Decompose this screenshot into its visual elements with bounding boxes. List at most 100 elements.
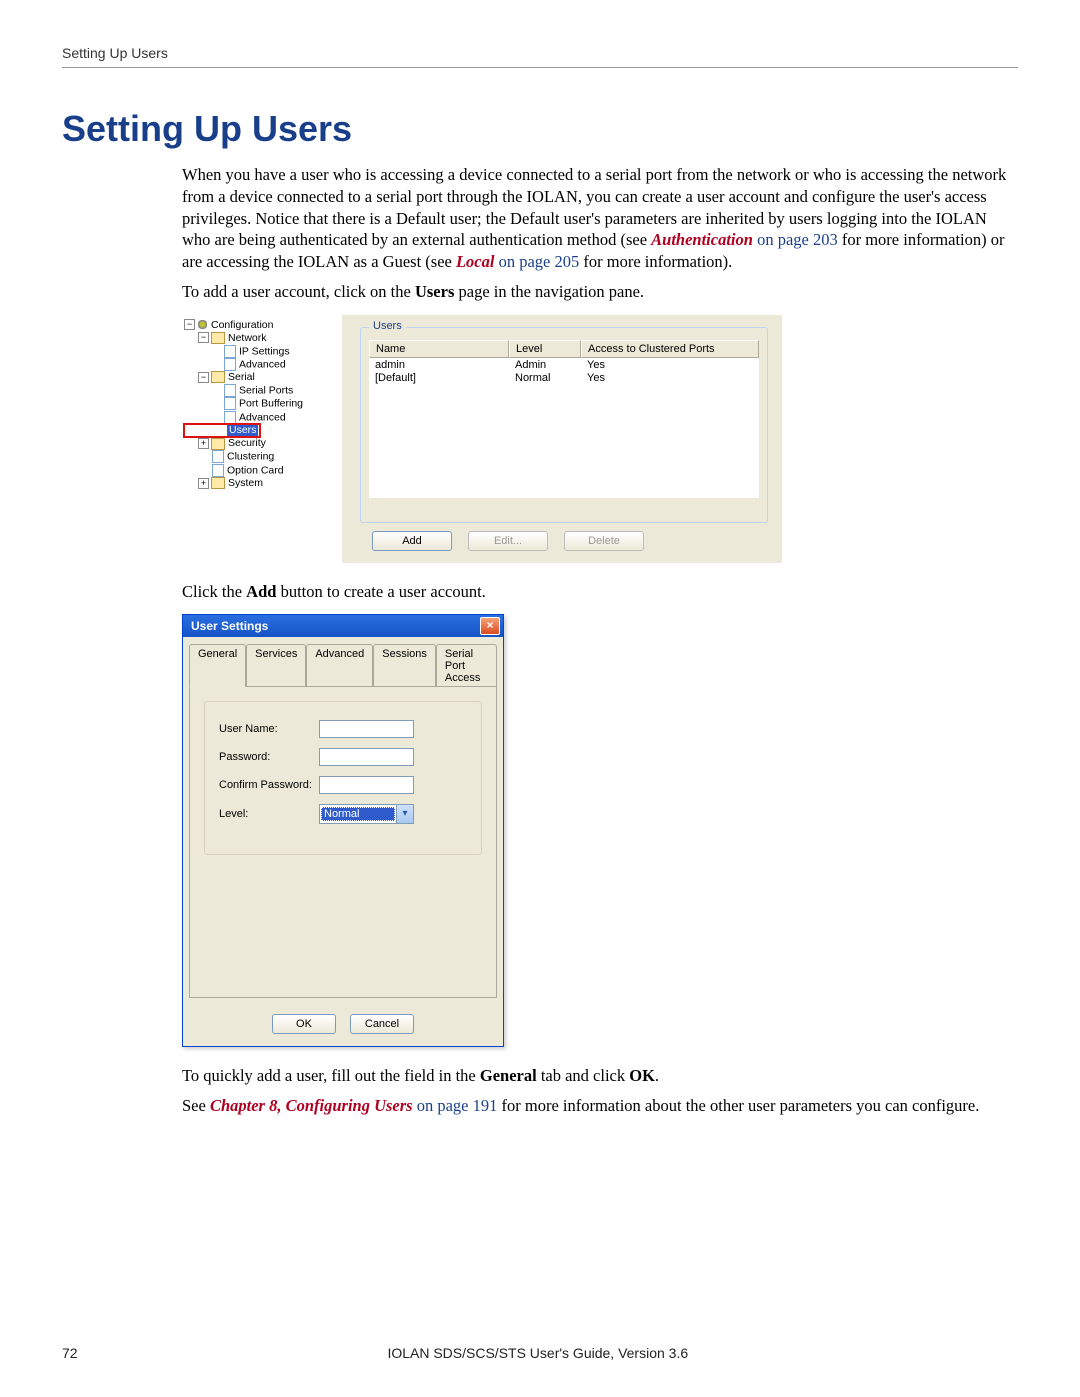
tab-services[interactable]: Services [246, 644, 306, 687]
close-button[interactable]: × [480, 617, 500, 635]
groupbox-title: Users [369, 320, 406, 332]
bold-add: Add [246, 582, 276, 601]
link-chapter8-page[interactable]: on page 191 [413, 1096, 498, 1115]
col-header-acp[interactable]: Access to Clustered Ports [581, 340, 759, 358]
cell-acp: Yes [581, 372, 759, 384]
chevron-down-icon[interactable]: ▾ [396, 805, 413, 823]
text: page in the navigation pane. [454, 282, 644, 301]
text: See [182, 1096, 210, 1115]
text: To quickly add a user, fill out the fiel… [182, 1066, 480, 1085]
tree-system[interactable]: System [228, 477, 263, 489]
intro-paragraph: When you have a user who is accessing a … [182, 164, 1008, 273]
page-icon [212, 424, 224, 437]
page-heading: Setting Up Users [62, 108, 1018, 150]
confirm-password-label: Confirm Password: [219, 779, 319, 791]
page-icon [212, 464, 224, 477]
cell-acp: Yes [581, 359, 759, 371]
col-header-level[interactable]: Level [509, 340, 581, 358]
folder-icon [211, 477, 225, 489]
add-button[interactable]: Add [372, 531, 452, 551]
users-panel: Users Name Level Access to Clustered Por… [352, 321, 776, 557]
dialog-tabpage: User Name: Password: Confirm Password: L… [189, 686, 497, 998]
users-groupbox: Users Name Level Access to Clustered Por… [360, 327, 768, 523]
level-combobox[interactable]: Normal ▾ [319, 804, 414, 824]
general-group: User Name: Password: Confirm Password: L… [204, 701, 482, 855]
tree-network[interactable]: Network [228, 332, 267, 344]
ok-button[interactable]: OK [272, 1014, 336, 1034]
see-also-paragraph: See Chapter 8, Configuring Users on page… [182, 1095, 1008, 1117]
running-header: Setting Up Users [62, 45, 1018, 68]
expand-icon[interactable]: + [198, 438, 209, 449]
text: for more information about the other use… [497, 1096, 979, 1115]
tree-serial[interactable]: Serial [228, 371, 255, 383]
text: Click the [182, 582, 246, 601]
tab-general[interactable]: General [189, 644, 246, 687]
cell-name: admin [369, 359, 509, 371]
tree-clustering[interactable]: Clustering [227, 451, 274, 463]
level-selected-value: Normal [321, 807, 395, 821]
password-input[interactable] [319, 748, 414, 766]
col-header-name[interactable]: Name [369, 340, 509, 358]
cell-level: Admin [509, 359, 581, 371]
tree-serial-ports[interactable]: Serial Ports [239, 384, 293, 396]
tree-users-label: Users [227, 424, 258, 436]
tree-users-selected[interactable]: Users [184, 424, 260, 437]
link-authentication-page[interactable]: on page 203 [753, 230, 838, 249]
page-icon [224, 397, 236, 410]
tree-configuration[interactable]: Configuration [211, 319, 273, 331]
instruction-add-user-page: To add a user account, click on the User… [182, 281, 1008, 303]
text: button to create a user account. [276, 582, 485, 601]
tab-advanced[interactable]: Advanced [306, 644, 373, 687]
tree-port-buffering[interactable]: Port Buffering [239, 398, 303, 410]
table-row[interactable]: [Default] Normal Yes [369, 371, 759, 384]
gear-icon [197, 319, 208, 330]
link-local[interactable]: Local [456, 252, 495, 271]
cancel-button[interactable]: Cancel [350, 1014, 414, 1034]
users-table-body[interactable]: admin Admin Yes [Default] Normal Yes [369, 358, 759, 498]
level-label: Level: [219, 808, 319, 820]
bold-ok: OK [629, 1066, 655, 1085]
tab-sessions[interactable]: Sessions [373, 644, 436, 687]
delete-button[interactable]: Delete [564, 531, 644, 551]
collapse-icon[interactable]: − [198, 332, 209, 343]
page-icon [224, 411, 236, 424]
folder-icon [211, 438, 225, 450]
instruction-click-add: Click the Add button to create a user ac… [182, 581, 1008, 603]
tree-serial-advanced[interactable]: Advanced [239, 411, 286, 423]
edit-button[interactable]: Edit... [468, 531, 548, 551]
screenshot-user-settings-dialog: User Settings × General Services Advance… [182, 614, 504, 1047]
tree-security[interactable]: Security [228, 437, 266, 449]
dialog-titlebar[interactable]: User Settings × [183, 615, 503, 637]
tree-network-advanced[interactable]: Advanced [239, 358, 286, 370]
users-table-header: Name Level Access to Clustered Ports [361, 340, 767, 358]
link-chapter8[interactable]: Chapter 8, Configuring Users [210, 1096, 413, 1115]
collapse-icon[interactable]: − [198, 372, 209, 383]
tree-ip-settings[interactable]: IP Settings [239, 345, 290, 357]
collapse-icon[interactable]: − [184, 319, 195, 330]
screenshot-users-list: −Configuration −Network IP Settings Adva… [182, 315, 782, 563]
password-label: Password: [219, 751, 319, 763]
link-local-page[interactable]: on page 205 [494, 252, 579, 271]
page-footer: 72 IOLAN SDS/SCS/STS User's Guide, Versi… [62, 1345, 1018, 1361]
expand-icon[interactable]: + [198, 478, 209, 489]
nav-tree[interactable]: −Configuration −Network IP Settings Adva… [182, 315, 342, 563]
username-input[interactable] [319, 720, 414, 738]
text: To add a user account, click on the [182, 282, 415, 301]
dialog-title: User Settings [191, 619, 268, 633]
cell-name: [Default] [369, 372, 509, 384]
footer-guide: IOLAN SDS/SCS/STS User's Guide, Version … [78, 1345, 998, 1361]
text: tab and click [537, 1066, 630, 1085]
bold-general: General [480, 1066, 537, 1085]
instruction-general-tab: To quickly add a user, fill out the fiel… [182, 1065, 1008, 1087]
folder-icon [211, 332, 225, 344]
tree-option-card[interactable]: Option Card [227, 464, 284, 476]
text: . [655, 1066, 659, 1085]
confirm-password-input[interactable] [319, 776, 414, 794]
text: for more information). [579, 252, 732, 271]
table-row[interactable]: admin Admin Yes [369, 358, 759, 371]
page-icon [212, 450, 224, 463]
dialog-tabstrip: General Services Advanced Sessions Seria… [183, 637, 503, 686]
bold-users: Users [415, 282, 454, 301]
tab-serial-port-access[interactable]: Serial Port Access [436, 644, 497, 687]
link-authentication[interactable]: Authentication [651, 230, 753, 249]
